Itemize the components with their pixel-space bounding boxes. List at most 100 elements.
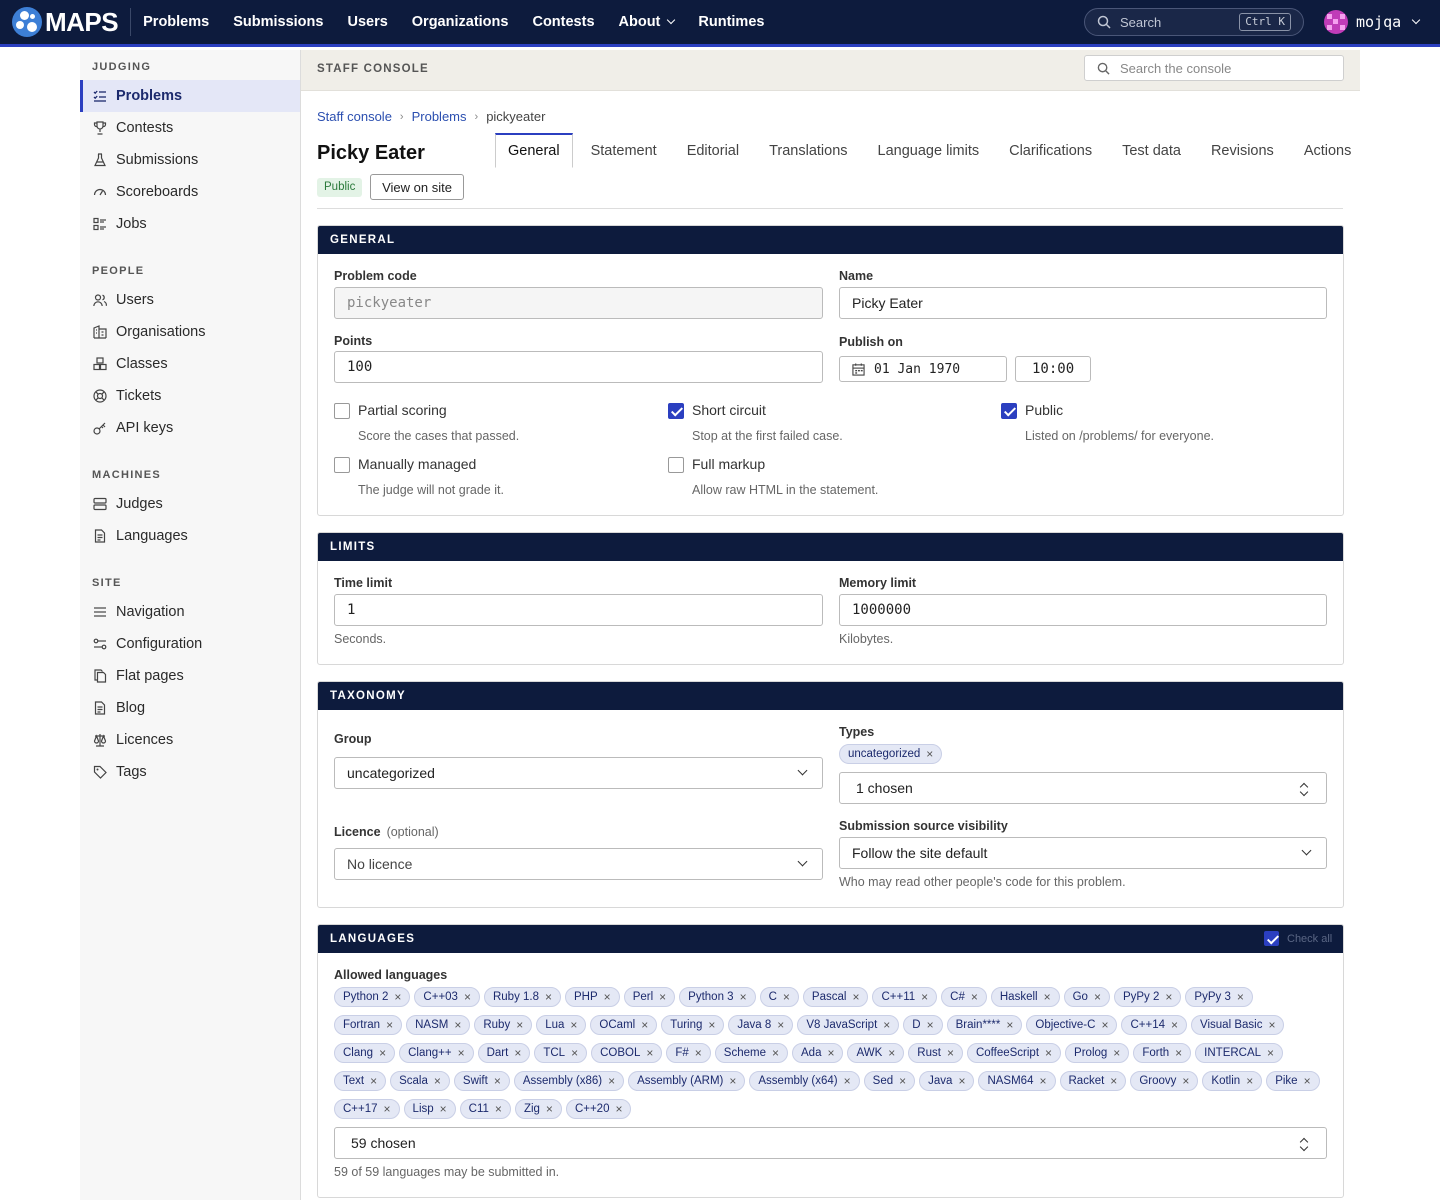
site-logo[interactable]: MAPS xyxy=(12,0,119,44)
language-chip[interactable]: Forth × xyxy=(1133,1043,1192,1063)
nav-runtimes[interactable]: Runtimes xyxy=(698,14,764,30)
language-chip[interactable]: Clang × xyxy=(334,1043,396,1063)
points-field[interactable]: 100 xyxy=(334,351,823,383)
types-select[interactable]: 1 chosen xyxy=(839,772,1327,804)
partial-scoring-checkbox[interactable] xyxy=(334,403,350,419)
remove-icon[interactable]: × xyxy=(458,1046,465,1060)
remove-icon[interactable]: × xyxy=(394,990,401,1004)
language-chip[interactable]: Ruby × xyxy=(474,1015,533,1035)
tab-revisions[interactable]: Revisions xyxy=(1196,133,1289,168)
visibility-select[interactable]: Follow the site default xyxy=(839,837,1327,869)
tab-statement[interactable]: Statement xyxy=(576,133,672,168)
licence-select[interactable]: No licence xyxy=(334,848,823,880)
problem-code-field[interactable]: pickyeater xyxy=(334,287,823,319)
nav-problems[interactable]: Problems xyxy=(143,14,209,30)
remove-icon[interactable]: × xyxy=(464,990,471,1004)
sidebar-item-navigation[interactable]: Navigation xyxy=(80,596,300,628)
language-chip[interactable]: Kotlin × xyxy=(1202,1071,1263,1091)
language-chip[interactable]: Assembly (x86) × xyxy=(513,1071,625,1091)
language-chip[interactable]: Clang++ × xyxy=(399,1043,474,1063)
remove-icon[interactable]: × xyxy=(379,1046,386,1060)
remove-icon[interactable]: × xyxy=(571,1046,578,1060)
language-chip[interactable]: Go × xyxy=(1063,987,1110,1007)
remove-icon[interactable]: × xyxy=(514,1046,521,1060)
tab-actions[interactable]: Actions xyxy=(1289,133,1367,168)
language-chip[interactable]: C++03 × xyxy=(414,987,480,1007)
sidebar-item-users[interactable]: Users xyxy=(80,284,300,316)
remove-icon[interactable]: × xyxy=(729,1074,736,1088)
language-chip[interactable]: TCL × xyxy=(534,1043,588,1063)
language-chip[interactable]: F# × xyxy=(666,1043,711,1063)
remove-icon[interactable]: × xyxy=(708,1018,715,1032)
language-chip[interactable]: Brain**** × xyxy=(946,1015,1023,1035)
remove-icon[interactable]: × xyxy=(1175,1046,1182,1060)
sidebar-item-flat-pages[interactable]: Flat pages xyxy=(80,660,300,692)
view-on-site-button[interactable]: View on site xyxy=(370,174,464,200)
remove-icon[interactable]: × xyxy=(545,990,552,1004)
remove-icon[interactable]: × xyxy=(646,1046,653,1060)
language-chip[interactable]: C × xyxy=(759,987,799,1007)
language-chip[interactable]: C++20 × xyxy=(565,1099,632,1119)
tab-translations[interactable]: Translations xyxy=(754,133,862,168)
remove-icon[interactable]: × xyxy=(386,1018,393,1032)
language-chip[interactable]: PHP × xyxy=(565,987,620,1007)
remove-icon[interactable]: × xyxy=(434,1074,441,1088)
remove-icon[interactable]: × xyxy=(844,1074,851,1088)
nav-users[interactable]: Users xyxy=(347,14,387,30)
remove-icon[interactable]: × xyxy=(516,1018,523,1032)
language-chip[interactable]: AWK × xyxy=(847,1043,905,1063)
nav-contests[interactable]: Contests xyxy=(532,14,594,30)
remove-icon[interactable]: × xyxy=(659,990,666,1004)
remove-icon[interactable]: × xyxy=(1246,1074,1253,1088)
remove-icon[interactable]: × xyxy=(1304,1074,1311,1088)
language-chip[interactable]: Prolog × xyxy=(1065,1043,1130,1063)
remove-icon[interactable]: × xyxy=(615,1102,622,1116)
sidebar-item-submissions[interactable]: Submissions xyxy=(80,144,300,176)
remove-icon[interactable]: × xyxy=(1182,1074,1189,1088)
sidebar-item-problems[interactable]: Problems xyxy=(80,80,300,112)
remove-icon[interactable]: × xyxy=(1113,1046,1120,1060)
language-chip[interactable]: Java 8 × xyxy=(728,1015,794,1035)
types-chip[interactable]: uncategorized × xyxy=(839,744,943,764)
remove-icon[interactable]: × xyxy=(494,1074,501,1088)
language-chip[interactable]: Pike × xyxy=(1266,1071,1320,1091)
sidebar-item-tags[interactable]: Tags xyxy=(80,756,300,788)
nav-submissions[interactable]: Submissions xyxy=(233,14,323,30)
language-chip[interactable]: V8 JavaScript × xyxy=(797,1015,900,1035)
sidebar-item-judges[interactable]: Judges xyxy=(80,488,300,520)
language-chip[interactable]: PyPy 2 × xyxy=(1113,987,1182,1007)
remove-icon[interactable]: × xyxy=(1110,1074,1117,1088)
check-all-checkbox[interactable] xyxy=(1264,931,1279,946)
remove-icon[interactable]: × xyxy=(926,747,933,761)
breadcrumb-problems[interactable]: Problems xyxy=(412,109,467,124)
sidebar-item-organisations[interactable]: Organisations xyxy=(80,316,300,348)
remove-icon[interactable]: × xyxy=(1006,1018,1013,1032)
memory-limit-field[interactable]: 1000000 xyxy=(839,594,1327,626)
language-chip[interactable]: C++14 × xyxy=(1121,1015,1188,1035)
console-search-input[interactable]: Search the console xyxy=(1084,55,1344,81)
language-chip[interactable]: Pascal × xyxy=(802,987,869,1007)
nav-about[interactable]: About xyxy=(619,14,676,30)
language-chip[interactable]: CoffeeScript × xyxy=(966,1043,1062,1063)
language-chip[interactable]: C# × xyxy=(941,987,987,1007)
language-chip[interactable]: INTERCAL × xyxy=(1195,1043,1284,1063)
user-menu[interactable]: mojqa xyxy=(1324,10,1421,34)
sidebar-item-licences[interactable]: Licences xyxy=(80,724,300,756)
language-chip[interactable]: NASM64 × xyxy=(978,1071,1056,1091)
remove-icon[interactable]: × xyxy=(454,1018,461,1032)
sidebar-item-jobs[interactable]: Jobs xyxy=(80,208,300,240)
remove-icon[interactable]: × xyxy=(495,1102,502,1116)
language-chip[interactable]: C11 × xyxy=(459,1099,511,1119)
remove-icon[interactable]: × xyxy=(1165,990,1172,1004)
breadcrumb-staff-console[interactable]: Staff console xyxy=(317,109,392,124)
remove-icon[interactable]: × xyxy=(370,1074,377,1088)
global-search-input[interactable]: Search Ctrl K xyxy=(1084,8,1304,36)
sidebar-item-configuration[interactable]: Configuration xyxy=(80,628,300,660)
remove-icon[interactable]: × xyxy=(1267,1046,1274,1060)
remove-icon[interactable]: × xyxy=(1101,1018,1108,1032)
sidebar-item-scoreboards[interactable]: Scoreboards xyxy=(80,176,300,208)
remove-icon[interactable]: × xyxy=(772,1046,779,1060)
remove-icon[interactable]: × xyxy=(783,990,790,1004)
publish-time-field[interactable]: 10:00 xyxy=(1015,356,1091,382)
language-chip[interactable]: PyPy 3 × xyxy=(1185,987,1253,1007)
